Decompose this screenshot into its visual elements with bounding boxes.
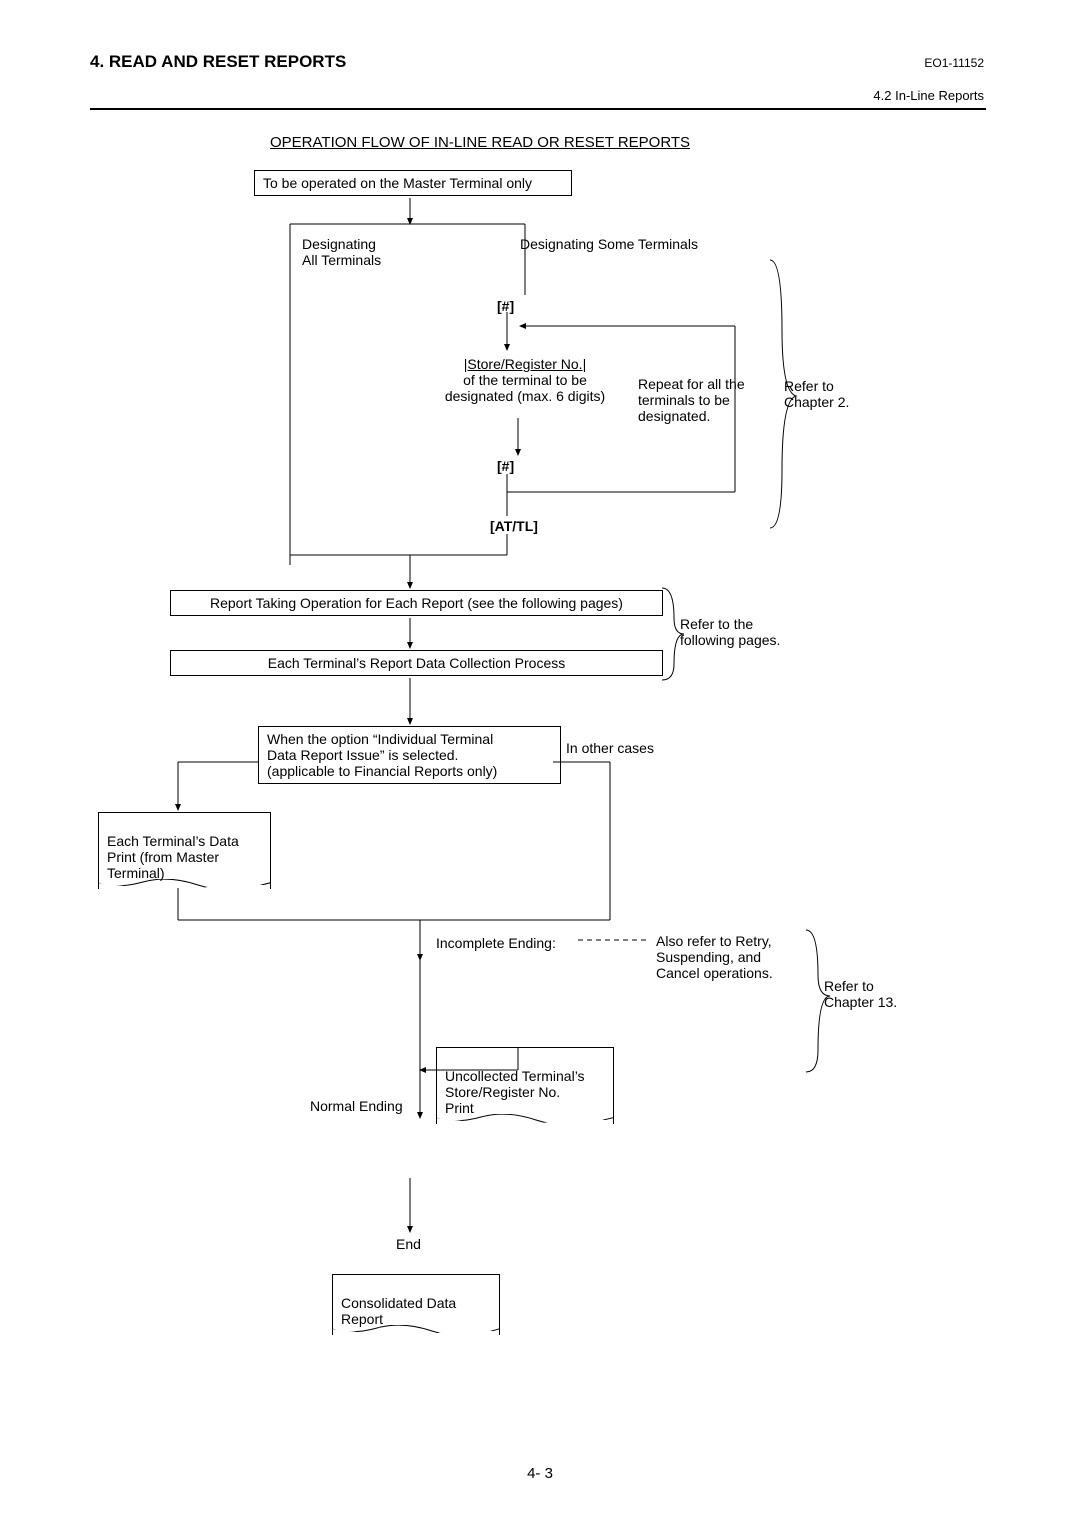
box-report-taking: Report Taking Operation for Each Report … — [170, 590, 663, 616]
printout-each-terminal: Each Terminal’s Data Print (from Master … — [98, 812, 271, 889]
label-normal-ending: Normal Ending — [310, 1098, 403, 1114]
label-designating-all: Designating All Terminals — [302, 236, 381, 268]
label-attl: [AT/TL] — [490, 518, 538, 534]
label-store-register-desc: of the terminal to be designated (max. 6… — [430, 372, 620, 404]
label-end: End — [396, 1236, 421, 1252]
label-store-register-title: |Store/Register No.| — [430, 356, 620, 372]
printout-uncollected: Uncollected Terminal’s Store/Register No… — [436, 1047, 614, 1124]
label-repeat: Repeat for all the terminals to be desig… — [638, 376, 745, 424]
printout-uncollected-text: Uncollected Terminal’s Store/Register No… — [445, 1068, 585, 1116]
page-header-title: 4. READ AND RESET REPORTS — [90, 52, 346, 72]
label-refer-following: Refer to the following pages. — [680, 616, 780, 648]
printout-consolidated: Consolidated Data Report — [332, 1274, 500, 1335]
label-refer-ch13: Refer to Chapter 13. — [824, 978, 897, 1010]
doc-id: EO1-11152 — [924, 56, 984, 70]
flow-title: OPERATION FLOW OF IN-LINE READ OR RESET … — [270, 134, 690, 151]
label-designating-some: Designating Some Terminals — [520, 236, 698, 252]
section-name: 4.2 In-Line Reports — [873, 88, 984, 103]
label-incomplete-ending: Incomplete Ending: — [436, 935, 556, 951]
label-in-other-cases: In other cases — [566, 740, 654, 756]
label-also-refer-retry: Also refer to Retry, Suspending, and Can… — [656, 933, 773, 981]
label-hash-2: [#] — [497, 458, 514, 474]
printout-consolidated-text: Consolidated Data Report — [341, 1295, 456, 1327]
label-refer-ch2: Refer to Chapter 2. — [784, 378, 849, 410]
printout-each-terminal-text: Each Terminal’s Data Print (from Master … — [107, 833, 239, 881]
page-number: 4- 3 — [0, 1465, 1080, 1482]
box-master-terminal: To be operated on the Master Terminal on… — [254, 170, 572, 196]
box-option-individual: When the option “Individual Terminal Dat… — [258, 726, 561, 784]
label-hash-1: [#] — [497, 298, 514, 314]
header-rule — [90, 108, 986, 110]
box-data-collection: Each Terminal’s Report Data Collection P… — [170, 650, 663, 676]
